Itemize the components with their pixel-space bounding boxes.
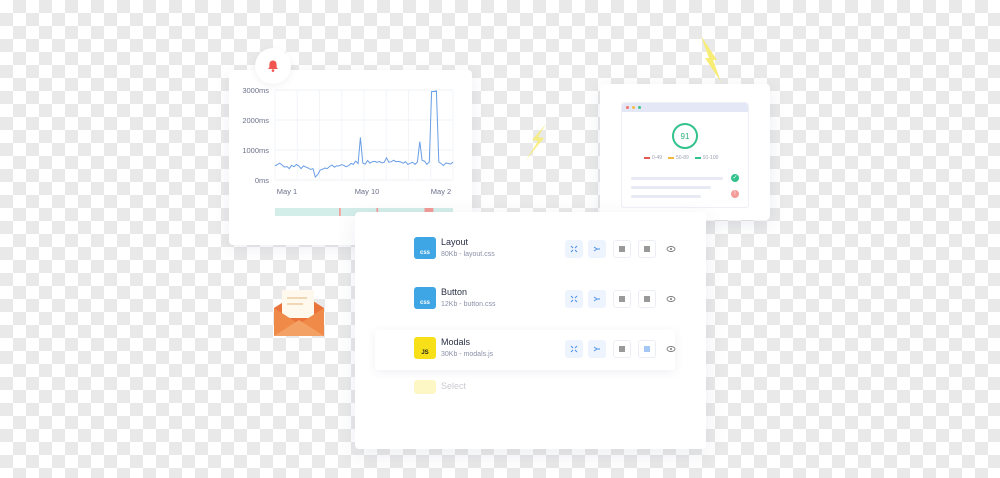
y-tick-label: 3000ms [242,86,269,95]
window-maximize-dot [638,106,641,109]
y-tick-label: 0ms [255,176,269,185]
list-button[interactable] [638,240,656,258]
file-meta: 12Kb - button.css [441,301,496,308]
visibility-toggle[interactable] [664,242,678,256]
list-icon [643,295,651,303]
collapse-icon [570,295,578,303]
score-gauge: 91 [672,123,698,149]
list-icon [643,345,651,353]
file-type-badge: css [414,287,436,309]
audit-line [631,186,711,189]
file-name: Button [441,287,468,297]
browser-window: 91 0-49 50-89 91-100 ✓ ! [621,102,749,208]
file-row[interactable]: JS Modals 30Kb - modals.js [375,330,678,370]
warning-icon: ! [731,190,739,198]
file-name: Layout [441,237,469,247]
align-button[interactable] [613,290,631,308]
file-type-badge: css [414,237,436,259]
visibility-toggle[interactable] [664,292,678,306]
pass-check-icon: ✓ [731,174,739,182]
lightning-bolt-icon [701,36,721,82]
audit-line [631,177,723,180]
merge-button[interactable] [588,240,606,258]
merge-button[interactable] [588,340,606,358]
eye-icon [666,346,676,352]
x-tick-label: May 1 [277,187,297,196]
browser-titlebar [622,103,748,112]
file-row[interactable]: css Button 12Kb - button.css [375,280,678,320]
timeline-segment [339,208,341,216]
bell-icon [268,60,278,72]
legend-item-high: 91-100 [694,155,718,161]
file-row[interactable]: css Layout 80Kb - layout.css [375,230,678,270]
merge-button[interactable] [588,290,606,308]
legend-item-low: 0-49 [644,155,662,161]
collapse-icon [570,345,578,353]
align-icon [618,345,626,353]
merge-icon [593,295,601,303]
assets-panel: css Layout 80Kb - layout.css css Button 12Kb … [355,212,706,449]
merge-icon [593,245,601,253]
collapse-button[interactable] [565,290,583,308]
list-icon [643,245,651,253]
audit-line [631,195,701,198]
x-tick-label: May 10 [355,187,380,196]
list-button[interactable] [638,290,656,308]
align-icon [618,295,626,303]
y-tick-label: 2000ms [242,116,269,125]
file-meta: 80Kb - layout.css [441,251,495,258]
file-name: Modals [441,337,471,347]
x-tick-label: May 2 [431,187,451,196]
align-button[interactable] [613,340,631,358]
file-meta: 30Kb - modals.js [441,351,494,358]
file-type-badge: JS [414,337,436,359]
align-icon [618,245,626,253]
timeline-segment [275,208,340,216]
align-button[interactable] [613,240,631,258]
alert-badge[interactable] [255,48,291,84]
merge-icon [593,345,601,353]
score-value: 91 [680,131,690,141]
score-legend: 0-49 50-89 91-100 [644,155,718,161]
collapse-icon [570,245,578,253]
performance-score-card: 91 0-49 50-89 91-100 ✓ ! [600,84,770,220]
visibility-toggle[interactable] [664,342,678,356]
faded-item-label: Select [441,381,467,391]
legend-item-mid: 50-89 [668,155,689,161]
eye-icon [666,296,676,302]
eye-icon [666,246,676,252]
collapse-button[interactable] [565,240,583,258]
collapse-button[interactable] [565,340,583,358]
y-tick-label: 1000ms [242,146,269,155]
lightning-bolt-small-icon [526,124,546,160]
file-badge [414,380,436,394]
window-minimize-dot [632,106,635,109]
envelope-icon [274,290,324,336]
window-close-dot [626,106,629,109]
list-button[interactable] [638,340,656,358]
faded-list-item: Select [414,380,694,394]
